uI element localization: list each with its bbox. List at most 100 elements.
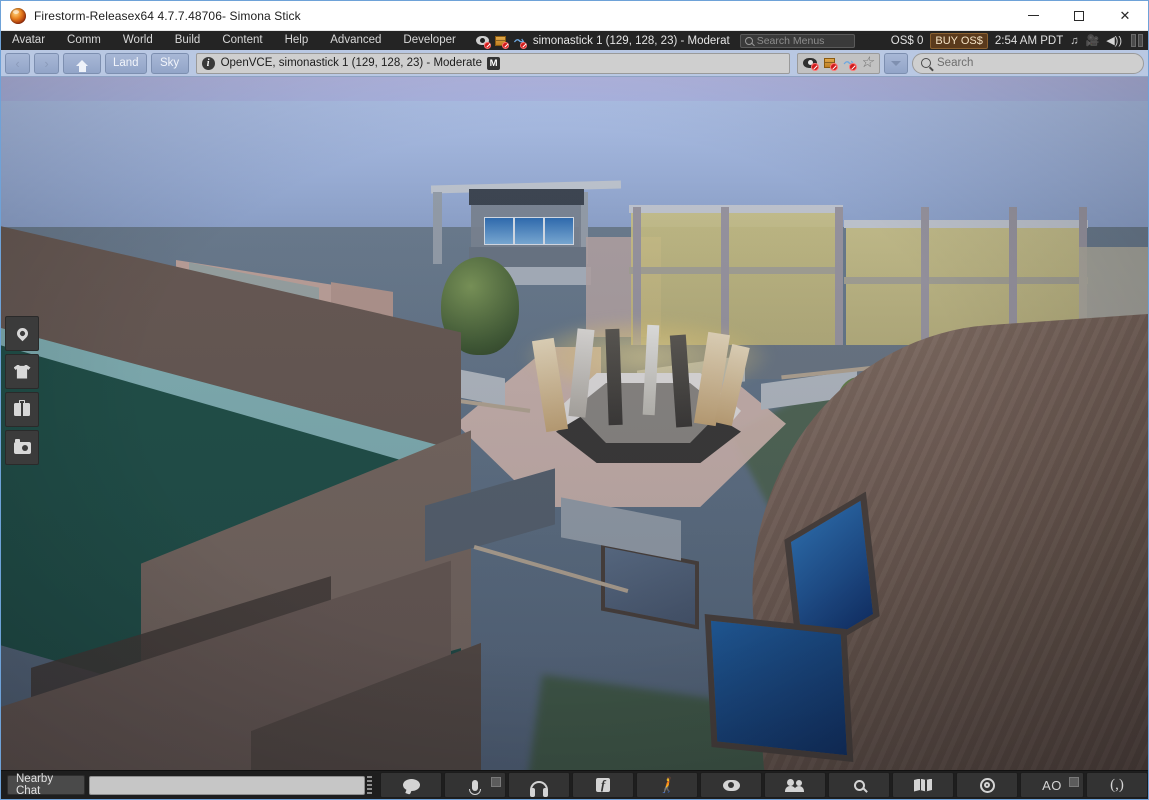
minimize-button[interactable]	[1010, 1, 1056, 31]
map-icon	[914, 778, 932, 792]
resize-grip[interactable]	[367, 775, 372, 795]
search-icon	[921, 58, 931, 68]
window-title: Firestorm-Releasex64 4.7.7.48706- Simona…	[34, 8, 301, 23]
title-bar: Firestorm-Releasex64 4.7.7.48706- Simona…	[1, 1, 1148, 31]
search-placeholder: Search	[937, 57, 974, 69]
building-column	[921, 207, 929, 357]
maximize-button[interactable]	[1056, 1, 1102, 31]
headset-icon	[530, 780, 548, 797]
facebook-icon: f	[596, 778, 610, 792]
search-menus-input[interactable]: Search Menus	[739, 33, 855, 48]
nearby-chat-button[interactable]: Nearby Chat	[7, 773, 86, 797]
building-floor-slab	[844, 277, 1088, 284]
maturity-rating-badge: M	[487, 56, 501, 70]
menu-comm[interactable]: Comm	[56, 31, 112, 50]
stage-post	[433, 192, 442, 264]
status-bars-indicator	[1131, 34, 1143, 47]
blue-display-screen	[704, 614, 854, 762]
presentation-screen	[514, 217, 544, 245]
bottom-toolbar-buttons: f 🚶 AO (,)	[380, 772, 1148, 798]
menu-advanced[interactable]: Advanced	[319, 31, 392, 50]
gesture-button[interactable]: (,)	[1086, 772, 1148, 798]
snapshot-button[interactable]	[5, 430, 39, 465]
favorites-dropdown-button[interactable]	[884, 52, 908, 74]
currency-balance: OS$ 0	[890, 34, 924, 47]
presentation-screen	[484, 217, 514, 245]
movie-camera-icon[interactable]: 🎥	[1086, 35, 1100, 47]
magnifier-icon	[853, 779, 865, 791]
ao-label: AO	[1042, 777, 1062, 793]
location-bar[interactable]: i OpenVCE, simonastick 1 (129, 128, 23) …	[195, 52, 790, 74]
menu-developer[interactable]: Developer	[392, 31, 466, 50]
menu-avatar[interactable]: Avatar	[1, 31, 56, 50]
sky-button[interactable]: Sky	[150, 52, 189, 74]
people-icon	[785, 778, 805, 792]
bottom-toolbar: Nearby Chat f 🚶 AO (,)	[1, 770, 1148, 799]
menubar-status-icons: ⤳	[475, 34, 527, 49]
speak-button[interactable]	[444, 772, 506, 798]
location-text: OpenVCE, simonastick 1 (129, 128, 23) - …	[220, 57, 483, 69]
inventory-button[interactable]	[5, 392, 39, 427]
search-button[interactable]	[828, 772, 890, 798]
chevron-down-icon	[891, 60, 901, 66]
home-button[interactable]	[63, 52, 101, 74]
people-button[interactable]	[764, 772, 826, 798]
firestorm-logo-icon	[10, 7, 26, 24]
facebook-button[interactable]: f	[572, 772, 634, 798]
script-disabled-icon[interactable]: ⤳	[511, 34, 527, 49]
3d-world-viewport[interactable]	[1, 77, 1148, 772]
menu-content[interactable]: Content	[211, 31, 273, 50]
clock-time: 2:54 AM PDT	[994, 34, 1064, 47]
speak-toggle[interactable]	[491, 777, 501, 787]
search-input[interactable]: Search	[912, 52, 1144, 74]
close-button[interactable]: ✕	[1102, 1, 1148, 31]
back-button[interactable]: ‹	[5, 52, 30, 74]
buy-currency-button[interactable]: BUY OS$	[930, 32, 988, 49]
star-icon[interactable]: ☆	[859, 55, 875, 70]
menubar-location-text: simonastick 1 (129, 128, 23) - Moderat	[532, 34, 730, 47]
build-disabled-icon[interactable]	[821, 56, 838, 71]
window-controls: ✕	[1010, 1, 1148, 31]
menu-world[interactable]: World	[112, 31, 164, 50]
see-avatars-disabled-icon[interactable]	[802, 56, 819, 71]
places-button[interactable]	[5, 316, 39, 351]
ao-toggle[interactable]	[1069, 777, 1079, 787]
forward-button[interactable]: ›	[34, 52, 59, 74]
speech-bubble-icon	[402, 779, 420, 791]
menu-help[interactable]: Help	[274, 31, 320, 50]
microphone-icon	[469, 779, 481, 795]
presentation-screen	[544, 217, 574, 245]
walking-person-icon: 🚶	[657, 776, 677, 794]
speaker-icon[interactable]: ◀))	[1106, 35, 1122, 47]
info-icon[interactable]: i	[201, 56, 215, 70]
home-icon	[76, 60, 88, 72]
minimap-button[interactable]	[956, 772, 1018, 798]
firestorm-viewer-window: Firestorm-Releasex64 4.7.7.48706- Simona…	[0, 0, 1149, 800]
menubar-right-cluster: OS$ 0 BUY OS$ 2:54 AM PDT ♫ 🎥 ◀))	[890, 32, 1148, 49]
chat-input[interactable]	[89, 775, 366, 795]
script-disabled-icon[interactable]: ⤳	[840, 56, 857, 71]
parcel-permission-icons: ⤳ ☆	[797, 52, 880, 74]
move-button[interactable]: 🚶	[636, 772, 698, 798]
building-roof-slab	[629, 205, 843, 213]
chat-button[interactable]	[380, 772, 442, 798]
gesture-wave-icon: (,)	[1110, 776, 1124, 793]
menu-build[interactable]: Build	[164, 31, 212, 50]
voice-button[interactable]	[508, 772, 570, 798]
see-avatars-disabled-icon[interactable]	[475, 34, 491, 49]
view-button[interactable]	[700, 772, 762, 798]
building-column	[835, 207, 843, 357]
build-disabled-icon[interactable]	[493, 34, 509, 49]
music-note-icon[interactable]: ♫	[1070, 35, 1078, 47]
search-icon	[744, 36, 753, 45]
building-roof-slab	[844, 220, 1088, 228]
suitcase-icon	[14, 399, 30, 416]
ao-button[interactable]: AO	[1020, 772, 1084, 798]
eye-icon	[722, 779, 740, 791]
land-button[interactable]: Land	[105, 52, 147, 74]
map-button[interactable]	[892, 772, 954, 798]
appearance-button[interactable]	[5, 354, 39, 389]
search-menus-placeholder: Search Menus	[756, 34, 825, 47]
navigation-bar: ‹ › Land Sky i OpenVCE, simonastick 1 (1…	[1, 50, 1148, 77]
stage-header-band	[469, 189, 584, 205]
